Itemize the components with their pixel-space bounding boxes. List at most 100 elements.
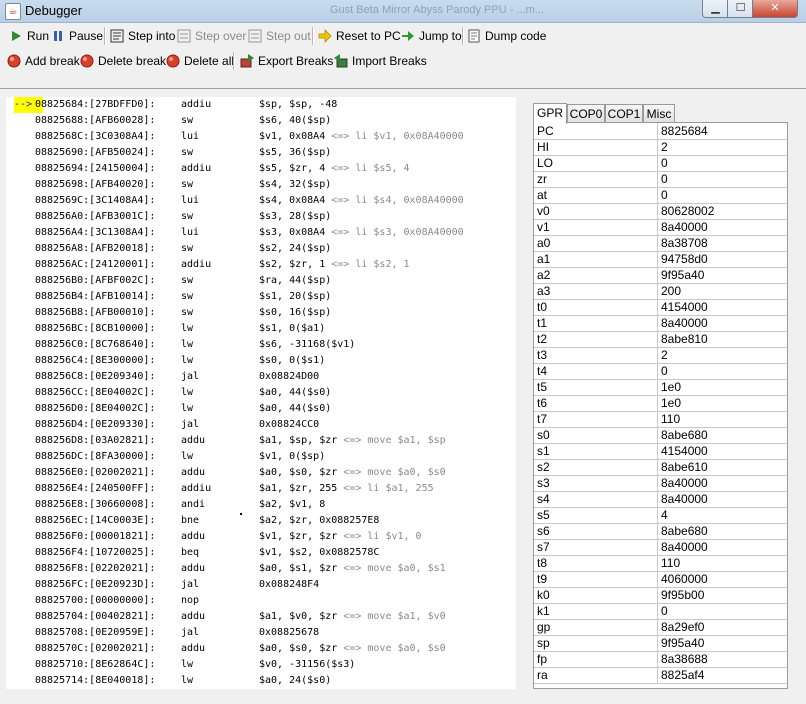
disassembly-row[interactable]: 0882569C:[3C1408A4]: lui $s4, 0x08A4 <=> l… bbox=[6, 193, 516, 209]
register-row-a3[interactable]: a3 200 bbox=[534, 283, 787, 300]
register-value[interactable]: 8a40000 bbox=[661, 219, 708, 235]
register-value[interactable]: 4060000 bbox=[661, 571, 708, 587]
disassembly-row[interactable]: 08825714:[8E040018]: lw $a0, 24($s0) bbox=[6, 673, 516, 689]
register-row-t7[interactable]: t7 110 bbox=[534, 411, 787, 428]
register-value[interactable]: 8a38688 bbox=[661, 651, 708, 667]
disassembly-row[interactable]: 088256A0:[AFB3001C]: sw $s3, 28($sp) bbox=[6, 209, 516, 225]
dump-code-button[interactable]: Dump code bbox=[466, 27, 546, 45]
disassembly-row[interactable]: 088256F8:[02202021]: addu $a0, $s1, $zr <=… bbox=[6, 561, 516, 577]
register-value[interactable]: 4 bbox=[661, 507, 668, 523]
disassembly-row[interactable]: 088256B0:[AFBF002C]: sw $ra, 44($sp) bbox=[6, 273, 516, 289]
register-value[interactable]: 8a40000 bbox=[661, 315, 708, 331]
register-value[interactable]: 8a40000 bbox=[661, 475, 708, 491]
register-value[interactable]: 110 bbox=[661, 411, 680, 427]
register-value[interactable]: 1e0 bbox=[661, 395, 681, 411]
register-row-zr[interactable]: zr 0 bbox=[534, 171, 787, 188]
register-row-a1[interactable]: a1 94758d0 bbox=[534, 251, 787, 268]
register-row-ra[interactable]: ra 8825af4 bbox=[534, 667, 787, 684]
title-bar[interactable]: ☕ Debugger Gust Beta Mirror Abyss Parody… bbox=[0, 0, 806, 23]
jump-to-button[interactable]: Jump to bbox=[400, 27, 462, 45]
disassembly-row[interactable]: 08825704:[00402821]: addu $a1, $v0, $zr <=… bbox=[6, 609, 516, 625]
disassembly-row[interactable]: 088256F0:[00001821]: addu $v1, $zr, $zr <=… bbox=[6, 529, 516, 545]
disassembly-row[interactable]: 088256E8:[30660008]: andi $a2, $v1, 8 bbox=[6, 497, 516, 513]
register-row-sp[interactable]: sp 9f95a40 bbox=[534, 635, 787, 652]
pause-button[interactable]: Pause bbox=[50, 27, 103, 45]
tab-cop0[interactable]: COP0 bbox=[567, 104, 605, 123]
disassembly-row[interactable]: 08825710:[8E62864C]: lw $v0, -31156($s3) bbox=[6, 657, 516, 673]
register-row-s1[interactable]: s1 4154000 bbox=[534, 443, 787, 460]
disassembly-row[interactable]: 088256A4:[3C1308A4]: lui $s3, 0x08A4 <=> l… bbox=[6, 225, 516, 241]
step-out-button[interactable]: Step out bbox=[247, 27, 311, 45]
register-row-s0[interactable]: s0 8abe680 bbox=[534, 427, 787, 444]
disassembly-row[interactable]: 08825688:[AFB60028]: sw $s6, 40($sp) bbox=[6, 113, 516, 129]
register-row-t4[interactable]: t4 0 bbox=[534, 363, 787, 380]
register-value[interactable]: 2 bbox=[661, 347, 668, 363]
disassembly-row[interactable]: 088256CC:[8E04002C]: lw $a0, 44($s0) bbox=[6, 385, 516, 401]
register-row-t2[interactable]: t2 8abe810 bbox=[534, 331, 787, 348]
register-row-hi[interactable]: HI 2 bbox=[534, 139, 787, 156]
disassembly-row[interactable]: 088256DC:[8FA30000]: lw $v1, 0($sp) bbox=[6, 449, 516, 465]
disassembly-row[interactable]: 088256BC:[8CB10000]: lw $s1, 0($a1) bbox=[6, 321, 516, 337]
register-row-v0[interactable]: v0 80628002 bbox=[534, 203, 787, 220]
register-value[interactable]: 8a40000 bbox=[661, 491, 708, 507]
step-into-button[interactable]: Step into bbox=[109, 27, 175, 45]
register-row-k1[interactable]: k1 0 bbox=[534, 603, 787, 620]
disassembly-row[interactable]: 088256F4:[10720025]: beq $v1, $s2, 0x08825… bbox=[6, 545, 516, 561]
register-value[interactable]: 8825684 bbox=[661, 123, 708, 139]
disassembly-row[interactable]: 088256C4:[8E300000]: lw $s0, 0($s1) bbox=[6, 353, 516, 369]
register-value[interactable]: 0 bbox=[661, 187, 668, 203]
register-row-s6[interactable]: s6 8abe680 bbox=[534, 523, 787, 540]
register-value[interactable]: 2 bbox=[661, 139, 668, 155]
register-row-t9[interactable]: t9 4060000 bbox=[534, 571, 787, 588]
maximize-button[interactable]: ☐ bbox=[727, 0, 754, 18]
export-breaks-button[interactable]: Export Breaks bbox=[239, 52, 333, 70]
add-break-button[interactable]: Add break bbox=[6, 52, 80, 70]
register-row-s4[interactable]: s4 8a40000 bbox=[534, 491, 787, 508]
register-value[interactable]: 0 bbox=[661, 363, 668, 379]
register-value[interactable]: 9f95b00 bbox=[661, 587, 704, 603]
register-row-pc[interactable]: PC 8825684 bbox=[534, 123, 787, 140]
register-row-gp[interactable]: gp 8a29ef0 bbox=[534, 619, 787, 636]
register-value[interactable]: 1e0 bbox=[661, 379, 681, 395]
minimize-button[interactable]: ▁ bbox=[702, 0, 729, 18]
disassembly-row[interactable]: 088256E0:[02002021]: addu $a0, $s0, $zr <=… bbox=[6, 465, 516, 481]
register-row-s7[interactable]: s7 8a40000 bbox=[534, 539, 787, 556]
disassembly-row[interactable]: 088256D8:[03A02821]: addu $a1, $sp, $zr <=… bbox=[6, 433, 516, 449]
register-row-t8[interactable]: t8 110 bbox=[534, 555, 787, 572]
run-button[interactable]: Run bbox=[8, 27, 49, 45]
register-row-fp[interactable]: fp 8a38688 bbox=[534, 651, 787, 668]
register-table[interactable]: PC 8825684 HI 2 LO 0 zr 0 at 0 v0 80628002 v1 8a40000… bbox=[533, 122, 788, 689]
register-row-s2[interactable]: s2 8abe610 bbox=[534, 459, 787, 476]
register-value[interactable]: 8abe610 bbox=[661, 459, 708, 475]
register-row-s3[interactable]: s3 8a40000 bbox=[534, 475, 787, 492]
register-value[interactable]: 200 bbox=[661, 283, 681, 299]
disassembly-row[interactable]: 088256C8:[0E209340]: jal 0x08824D00 bbox=[6, 369, 516, 385]
register-value[interactable]: 94758d0 bbox=[661, 251, 708, 267]
register-value[interactable]: 0 bbox=[661, 603, 668, 619]
import-breaks-button[interactable]: Import Breaks bbox=[333, 52, 427, 70]
register-row-at[interactable]: at 0 bbox=[534, 187, 787, 204]
disassembly-row[interactable]: 088256EC:[14C0003E]: bne $a2, $zr, 0x08825… bbox=[6, 513, 516, 529]
delete-break-button[interactable]: Delete break bbox=[79, 52, 166, 70]
disassembly-row[interactable]: 08825694:[24150004]: addiu $s5, $zr, 4 <=>… bbox=[6, 161, 516, 177]
register-value[interactable]: 8a40000 bbox=[661, 539, 708, 555]
register-value[interactable]: 0 bbox=[661, 171, 668, 187]
disassembly-row[interactable]: 088256FC:[0E20923D]: jal 0x088248F4 bbox=[6, 577, 516, 593]
register-value[interactable]: 9f95a40 bbox=[661, 267, 704, 283]
register-row-a2[interactable]: a2 9f95a40 bbox=[534, 267, 787, 284]
register-value[interactable]: 0 bbox=[661, 155, 668, 171]
close-button[interactable]: ✕ bbox=[752, 0, 798, 18]
reset-to-pc-button[interactable]: Reset to PC bbox=[317, 27, 401, 45]
disassembly-row[interactable]: 088256B8:[AFB00010]: sw $s0, 16($sp) bbox=[6, 305, 516, 321]
register-row-t3[interactable]: t3 2 bbox=[534, 347, 787, 364]
register-value[interactable]: 9f95a40 bbox=[661, 635, 704, 651]
disassembly-row[interactable]: 088256D0:[8E04002C]: lw $a0, 44($s0) bbox=[6, 401, 516, 417]
disassembly-view[interactable]: --> 08825684:[27BDFFD0]: addiu $sp, $sp, -4… bbox=[6, 97, 516, 689]
disassembly-row[interactable]: 08825690:[AFB50024]: sw $s5, 36($sp) bbox=[6, 145, 516, 161]
register-value[interactable]: 8825af4 bbox=[661, 667, 704, 683]
disassembly-row[interactable]: 08825698:[AFB40020]: sw $s4, 32($sp) bbox=[6, 177, 516, 193]
tab-gpr[interactable]: GPR bbox=[533, 103, 567, 124]
register-row-k0[interactable]: k0 9f95b00 bbox=[534, 587, 787, 604]
disassembly-row[interactable]: 0882570C:[02002021]: addu $a0, $s0, $zr <=… bbox=[6, 641, 516, 657]
tab-misc[interactable]: Misc bbox=[643, 104, 675, 123]
